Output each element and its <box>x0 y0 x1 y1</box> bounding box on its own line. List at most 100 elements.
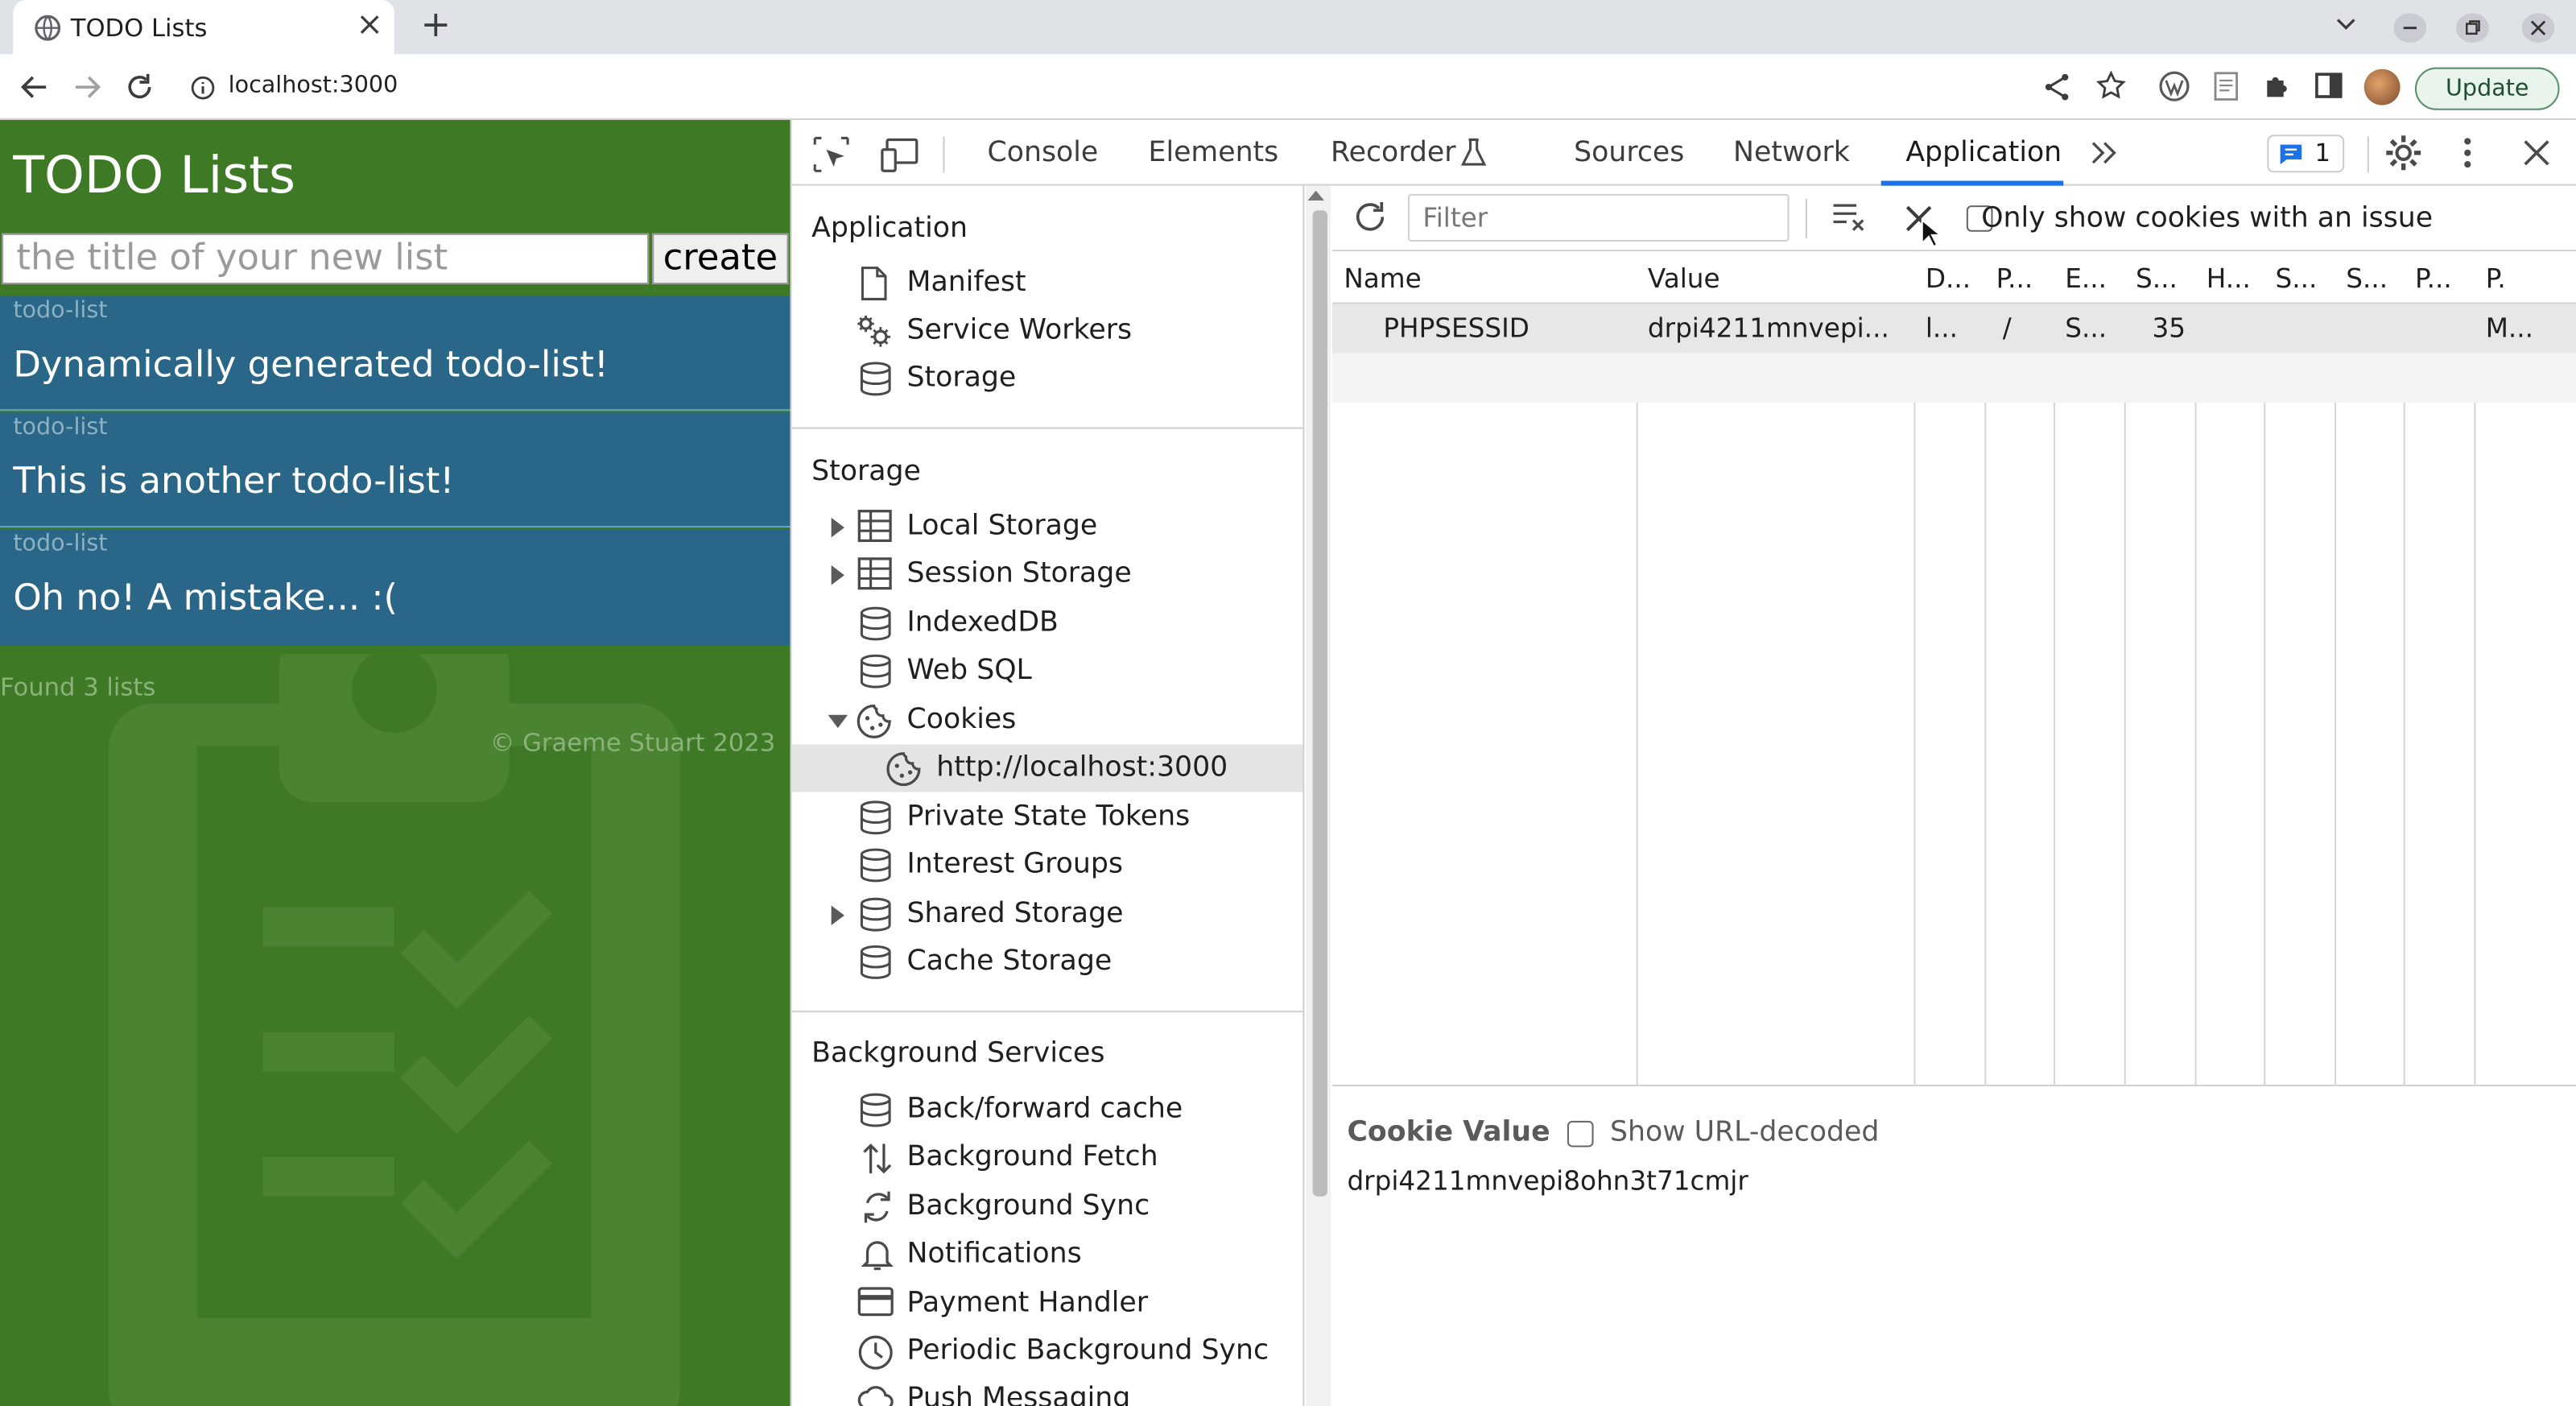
show-url-decoded-checkbox[interactable] <box>1567 1120 1594 1148</box>
sidebar-item-periodic-background-sync[interactable]: Periodic Background Sync <box>792 1328 1303 1375</box>
column-header-samesite[interactable]: S... <box>2346 263 2388 295</box>
close-tab-icon[interactable] <box>358 13 382 36</box>
sidebar-item-indexeddb[interactable]: IndexedDB <box>792 600 1303 647</box>
cell-domain: l... <box>1925 312 1959 344</box>
sidebar-item-cookies[interactable]: Cookies <box>792 697 1303 744</box>
clear-filtered-icon[interactable] <box>1831 202 1868 232</box>
settings-gear-icon[interactable] <box>2384 133 2423 172</box>
update-button[interactable]: Update <box>2414 67 2560 110</box>
sidebar-item-back-forward-cache[interactable]: Back/forward cache <box>792 1086 1303 1134</box>
credit-card-icon <box>857 1287 894 1317</box>
database-icon <box>859 362 892 396</box>
side-panel-icon[interactable] <box>2314 72 2343 99</box>
sidebar-item-label: Periodic Background Sync <box>906 1334 1269 1367</box>
application-sidebar: Application Manifest Service Workers Sto… <box>791 185 1305 1406</box>
back-icon[interactable] <box>19 72 49 102</box>
minimize-icon[interactable] <box>2393 13 2427 43</box>
column-header-size[interactable]: S... <box>2136 263 2178 295</box>
column-header-secure[interactable]: S... <box>2276 263 2318 295</box>
cookie-value-text[interactable]: drpi4211mnvepi8ohn3t71cmjr <box>1347 1165 1748 1197</box>
device-toolbar-icon[interactable] <box>881 136 920 172</box>
column-header-httponly[interactable]: H... <box>2207 263 2251 295</box>
column-header-partition[interactable]: P... <box>2415 263 2452 295</box>
url-text[interactable]: localhost:3000 <box>229 72 398 99</box>
wordpress-extension-icon[interactable] <box>2159 71 2190 102</box>
close-devtools-icon[interactable] <box>2524 139 2550 166</box>
scroll-up-arrow-icon[interactable] <box>1307 190 1324 201</box>
column-header-name[interactable]: Name <box>1344 263 1421 295</box>
column-header-priority[interactable]: P. <box>2486 263 2506 295</box>
cell-path: / <box>2002 312 2012 344</box>
expand-arrow-icon[interactable] <box>831 517 844 538</box>
todo-page: TODO Lists the title of your new list cr… <box>0 119 791 1406</box>
section-header-application: Application <box>811 212 968 246</box>
share-icon[interactable] <box>2042 72 2072 102</box>
restore-icon[interactable] <box>2455 13 2489 43</box>
sidebar-item-notifications[interactable]: Notifications <box>792 1231 1303 1279</box>
issues-badge[interactable]: 1 <box>2267 134 2345 173</box>
tab-elements[interactable]: Elements <box>1149 136 1279 169</box>
todo-list-item[interactable]: todo-list This is another todo-list! <box>0 412 791 528</box>
message-icon <box>2279 143 2304 167</box>
inspect-element-icon[interactable] <box>813 136 849 172</box>
sidebar-item-push-messaging[interactable]: Push Messaging <box>792 1375 1303 1406</box>
create-button[interactable]: create <box>652 233 789 285</box>
more-options-icon[interactable] <box>2462 136 2472 169</box>
sidebar-item-web-sql[interactable]: Web SQL <box>792 647 1303 695</box>
sidebar-item-interest-groups[interactable]: Interest Groups <box>792 842 1303 889</box>
sidebar-item-manifest[interactable]: Manifest <box>792 259 1303 307</box>
refresh-icon[interactable] <box>1352 199 1389 235</box>
sidebar-item-private-state-tokens[interactable]: Private State Tokens <box>792 794 1303 842</box>
tab-application[interactable]: Application <box>1905 136 2062 169</box>
todo-list-item[interactable]: todo-list Oh no! A mistake... :( <box>0 529 791 647</box>
close-window-icon[interactable] <box>2521 13 2555 43</box>
column-header-path[interactable]: P... <box>1996 263 2033 295</box>
cell-size: 35 <box>2152 312 2186 344</box>
reload-icon[interactable] <box>125 72 155 102</box>
more-tabs-chevron-icon[interactable] <box>2090 139 2120 166</box>
bookmark-star-icon[interactable] <box>2096 70 2126 101</box>
sidebar-item-cookie-origin[interactable]: http://localhost:3000 <box>791 744 1303 792</box>
sidebar-scrollbar-thumb[interactable] <box>1312 210 1327 1197</box>
sidebar-item-session-storage[interactable]: Session Storage <box>792 551 1303 598</box>
tab-sources[interactable]: Sources <box>1574 136 1684 169</box>
sidebar-item-label: Cache Storage <box>906 945 1113 978</box>
database-icon <box>859 897 892 932</box>
sidebar-item-payment-handler[interactable]: Payment Handler <box>792 1280 1303 1328</box>
database-icon <box>859 800 892 835</box>
sidebar-item-cache-storage[interactable]: Cache Storage <box>792 938 1303 986</box>
column-header-value[interactable]: Value <box>1648 263 1720 295</box>
todo-list-item[interactable]: todo-list Dynamically generated todo-lis… <box>0 296 791 411</box>
table-row[interactable]: PHPSESSID drpi4211mnvepi... l... / S... … <box>1332 304 2576 354</box>
tab-network[interactable]: Network <box>1733 136 1850 169</box>
sidebar-item-service-workers[interactable]: Service Workers <box>792 308 1303 355</box>
table-grid-icon <box>857 510 892 543</box>
column-header-expires[interactable]: E... <box>2065 263 2107 295</box>
info-icon[interactable] <box>191 76 216 101</box>
collapse-arrow-icon[interactable] <box>828 714 848 729</box>
tab-recorder[interactable]: Recorder <box>1331 136 1455 169</box>
extensions-puzzle-icon[interactable] <box>2262 71 2292 101</box>
forward-icon[interactable] <box>72 72 102 102</box>
new-tab-button[interactable]: + <box>420 5 451 46</box>
filter-input[interactable]: Filter <box>1407 193 1790 242</box>
divider <box>791 427 1303 429</box>
sidebar-item-background-sync[interactable]: Background Sync <box>792 1183 1303 1230</box>
document-extension-icon[interactable] <box>2213 71 2240 102</box>
expand-arrow-icon[interactable] <box>831 565 844 585</box>
sidebar-item-local-storage[interactable]: Local Storage <box>792 502 1303 550</box>
tab-search-chevron-icon[interactable] <box>2334 16 2358 32</box>
sidebar-item-storage[interactable]: Storage <box>792 355 1303 403</box>
new-list-input[interactable]: the title of your new list <box>2 233 650 285</box>
sidebar-item-background-fetch[interactable]: Background Fetch <box>792 1134 1303 1181</box>
browser-tab[interactable]: TODO Lists <box>13 0 394 55</box>
sidebar-item-shared-storage[interactable]: Shared Storage <box>792 891 1303 938</box>
expand-arrow-icon[interactable] <box>831 905 844 925</box>
globe-icon <box>35 14 61 41</box>
column-header-domain[interactable]: D... <box>1926 263 1971 295</box>
tab-console[interactable]: Console <box>988 136 1099 169</box>
cookies-table: Name Value D... P... E... S... H... S...… <box>1332 251 2576 1086</box>
tab-title: TODO Lists <box>70 13 208 43</box>
avatar[interactable] <box>2363 68 2401 105</box>
database-icon <box>859 945 892 979</box>
